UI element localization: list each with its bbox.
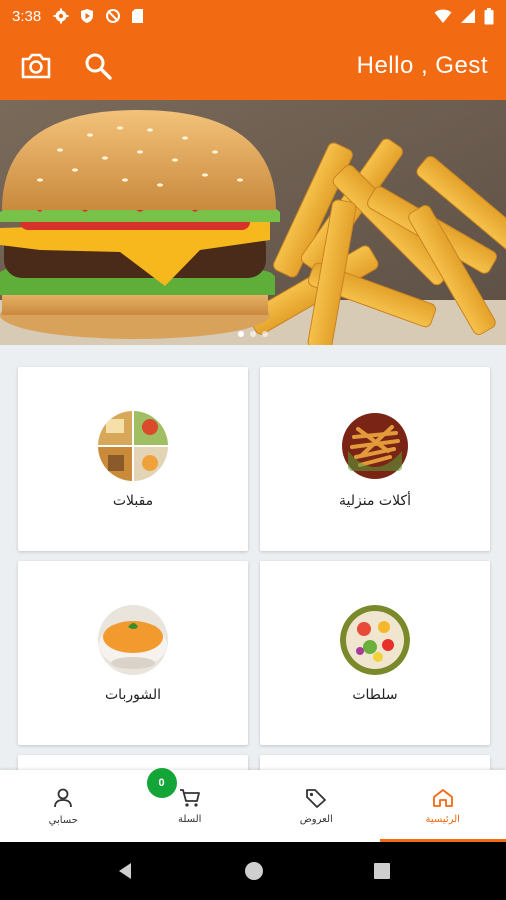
category-card-soups[interactable]: الشوربات	[18, 561, 248, 745]
category-label: سلطات	[352, 687, 398, 703]
recents-icon[interactable]	[373, 862, 391, 880]
category-card-home-meals[interactable]: أكلات منزلية	[260, 367, 490, 551]
appetizers-image	[98, 411, 168, 481]
bottom-nav: الرئيسية العروض 0 السلة حسابي	[0, 768, 506, 842]
status-bar: 3:38	[0, 0, 506, 32]
user-icon	[54, 788, 73, 807]
nav-label: الرئيسية	[425, 813, 460, 825]
app-bar: Hello , Gest	[0, 32, 506, 100]
back-icon[interactable]	[115, 861, 135, 881]
salads-image	[340, 605, 410, 675]
nav-account[interactable]: حسابي	[0, 770, 127, 842]
home-meals-image	[340, 411, 410, 481]
category-card-salads[interactable]: سلطات	[260, 561, 490, 745]
nav-label: السلة	[178, 813, 202, 825]
category-label: مقبلات	[112, 493, 154, 509]
carousel-dots	[0, 331, 506, 337]
sd-card-icon	[132, 9, 144, 23]
battery-icon	[484, 7, 494, 24]
home-icon	[432, 788, 453, 807]
carousel-dot[interactable]	[250, 331, 256, 337]
nav-home[interactable]: الرئيسية	[379, 770, 506, 842]
signal-icon	[461, 9, 475, 23]
category-label: الشوربات	[105, 687, 161, 703]
status-time: 3:38	[12, 7, 42, 25]
home-circle-icon[interactable]	[244, 861, 264, 881]
wifi-icon	[434, 9, 452, 23]
greeting-text: Hello , Gest	[356, 52, 488, 79]
promo-banner[interactable]	[0, 100, 506, 345]
sync-off-icon	[106, 9, 121, 23]
search-icon	[85, 53, 112, 80]
burger-fries-image	[0, 100, 506, 345]
nav-cart[interactable]: 0 السلة	[127, 768, 254, 842]
tag-icon	[306, 788, 327, 808]
nav-label: العروض	[299, 813, 333, 825]
play-protect-icon	[81, 9, 94, 23]
soups-image	[98, 605, 168, 675]
nav-label: حسابي	[48, 814, 78, 826]
category-card-appetizers[interactable]: مقبلات	[18, 367, 248, 551]
cart-count-badge: 0	[146, 768, 177, 798]
camera-button[interactable]	[18, 48, 54, 84]
carousel-dot[interactable]	[262, 331, 268, 337]
cart-icon	[179, 788, 200, 807]
carousel-dot[interactable]	[238, 331, 244, 337]
camera-icon	[21, 53, 51, 79]
category-label: أكلات منزلية	[339, 493, 411, 509]
system-nav-bar	[0, 842, 506, 900]
gear-icon	[53, 8, 69, 24]
nav-offers[interactable]: العروض	[253, 770, 380, 842]
search-button[interactable]	[80, 48, 116, 84]
